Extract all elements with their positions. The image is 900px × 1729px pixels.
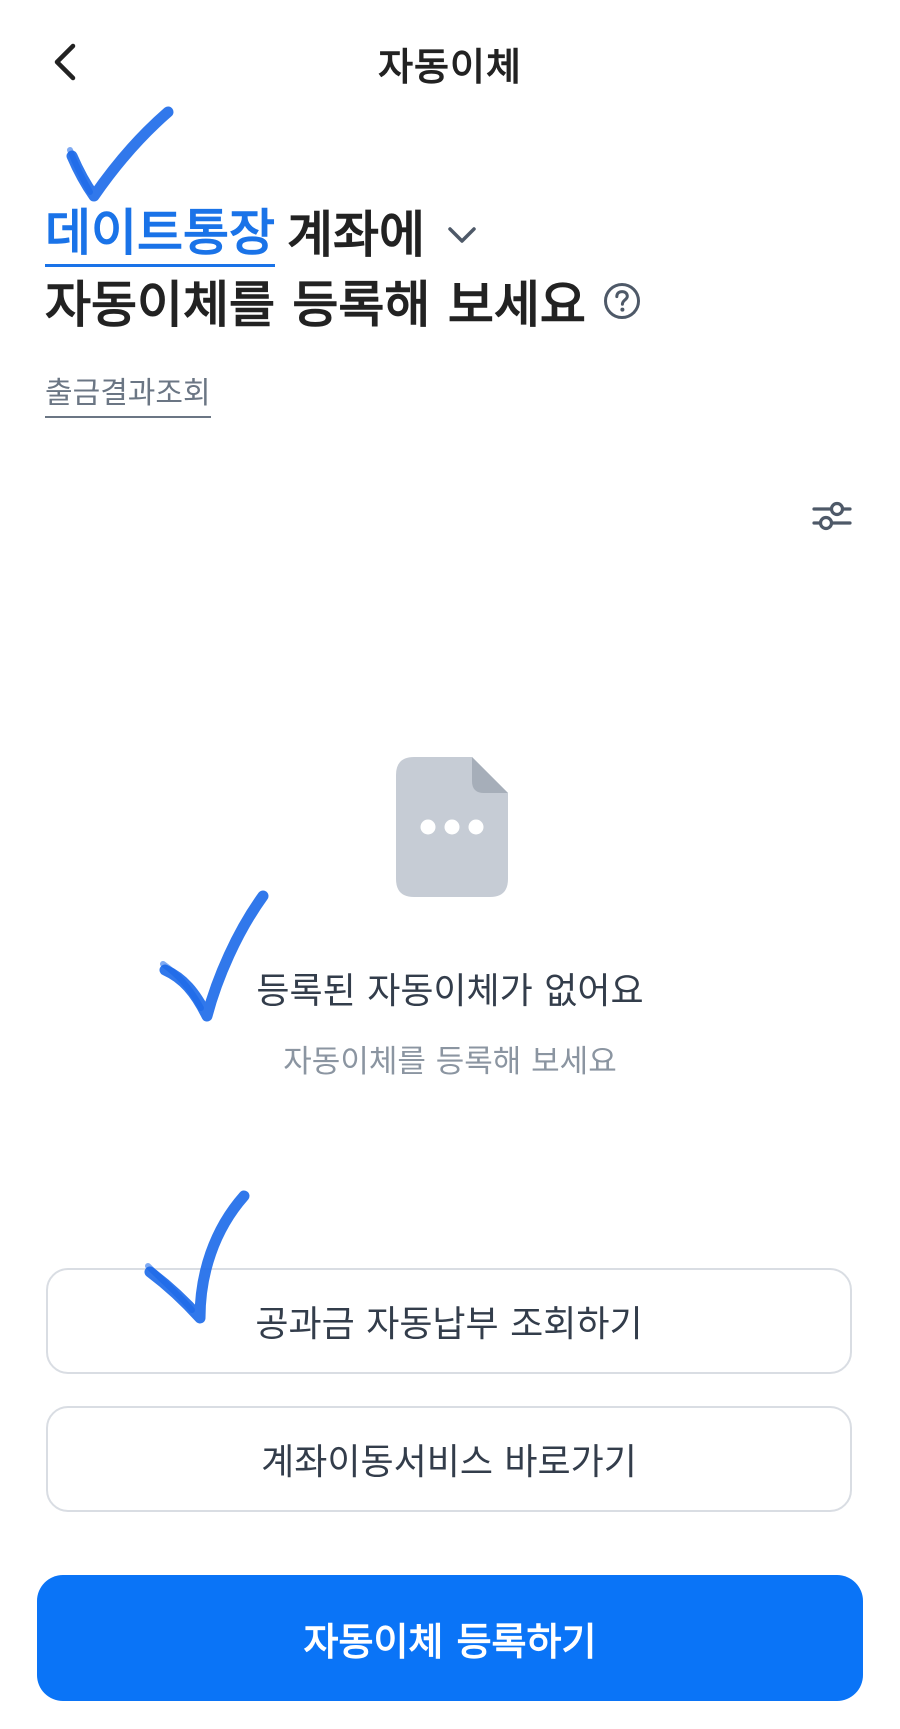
page-title: 자동이체 bbox=[378, 45, 522, 89]
empty-state-title: 등록된 자동이체가 없어요 bbox=[256, 971, 644, 1012]
chevron-down-icon bbox=[447, 225, 477, 245]
account-selector[interactable]: 데이트통장 계좌에 bbox=[45, 204, 477, 267]
account-name: 데이트통장 bbox=[45, 204, 275, 267]
filter-button[interactable] bbox=[802, 488, 862, 548]
account-suffix: 계좌에 bbox=[287, 206, 425, 264]
empty-state-subtitle: 자동이체를 등록해 보세요 bbox=[283, 1044, 617, 1080]
account-transfer-service-button[interactable]: 계좌이동서비스 바로가기 bbox=[46, 1406, 852, 1512]
withdrawal-result-link[interactable]: 출금결과조회 bbox=[45, 368, 211, 418]
heading-line2: 자동이체를 등록해 보세요 bbox=[45, 266, 642, 336]
register-autopay-button[interactable]: 자동이체 등록하기 bbox=[37, 1575, 863, 1701]
utility-autopay-button[interactable]: 공과금 자동납부 조회하기 bbox=[46, 1268, 852, 1374]
check-mark-annotation bbox=[66, 106, 174, 202]
heading-line1: 데이트통장 계좌에 bbox=[45, 200, 477, 270]
question-circle-icon[interactable] bbox=[602, 281, 642, 321]
filter-sliders-icon bbox=[812, 498, 852, 538]
heading-text: 자동이체를 등록해 보세요 bbox=[45, 276, 586, 334]
document-more-icon bbox=[396, 757, 508, 897]
